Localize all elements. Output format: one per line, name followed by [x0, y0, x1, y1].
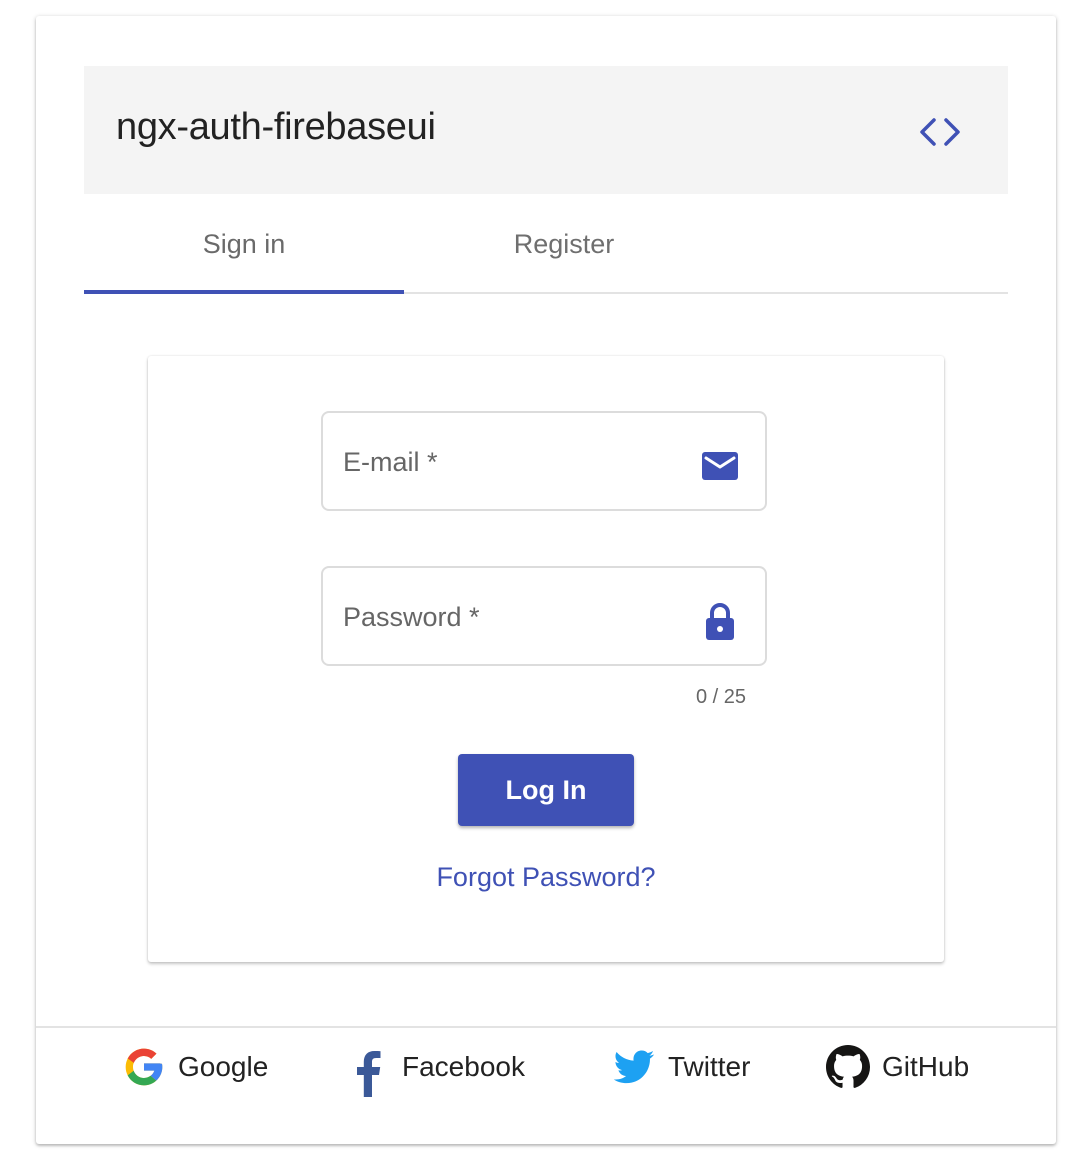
email-field[interactable]: E-mail *	[321, 411, 767, 511]
sign-in-form: E-mail * Password * 0 / 25 Log In Forgot…	[148, 356, 944, 962]
facebook-icon	[346, 1045, 390, 1097]
forgot-password-link[interactable]: Forgot Password?	[148, 862, 944, 893]
app-header: ngx-auth-firebaseui	[84, 66, 1008, 194]
twitter-button[interactable]: Twitter	[612, 1042, 750, 1092]
email-label: E-mail *	[343, 447, 438, 477]
password-length-hint: 0 / 25	[696, 686, 747, 708]
google-icon	[122, 1045, 166, 1089]
active-tab-indicator	[84, 290, 404, 294]
github-button[interactable]: GitHub	[826, 1042, 969, 1092]
auth-card: ngx-auth-firebaseui Sign in Register E-m…	[36, 16, 1056, 1144]
google-label: Google	[178, 1051, 269, 1082]
login-button[interactable]: Log In	[458, 754, 634, 826]
facebook-button[interactable]: Facebook	[346, 1042, 525, 1097]
password-field[interactable]: Password *	[321, 566, 767, 666]
google-button[interactable]: Google	[122, 1042, 268, 1092]
twitter-icon	[612, 1045, 656, 1089]
github-label: GitHub	[882, 1051, 970, 1082]
social-providers: Google Facebook Twitter GitHub	[36, 1026, 1056, 1146]
lock-icon	[701, 602, 739, 640]
facebook-label: Facebook	[402, 1051, 525, 1082]
password-label: Password *	[343, 602, 480, 632]
tab-register[interactable]: Register	[404, 196, 724, 292]
app-title: ngx-auth-firebaseui	[116, 106, 436, 148]
twitter-label: Twitter	[668, 1051, 751, 1082]
auth-tabs: Sign in Register	[84, 196, 1008, 294]
mail-icon	[701, 447, 739, 485]
tab-sign-in[interactable]: Sign in	[84, 196, 404, 292]
code-brackets-icon[interactable]	[916, 112, 964, 152]
github-icon	[826, 1045, 870, 1089]
